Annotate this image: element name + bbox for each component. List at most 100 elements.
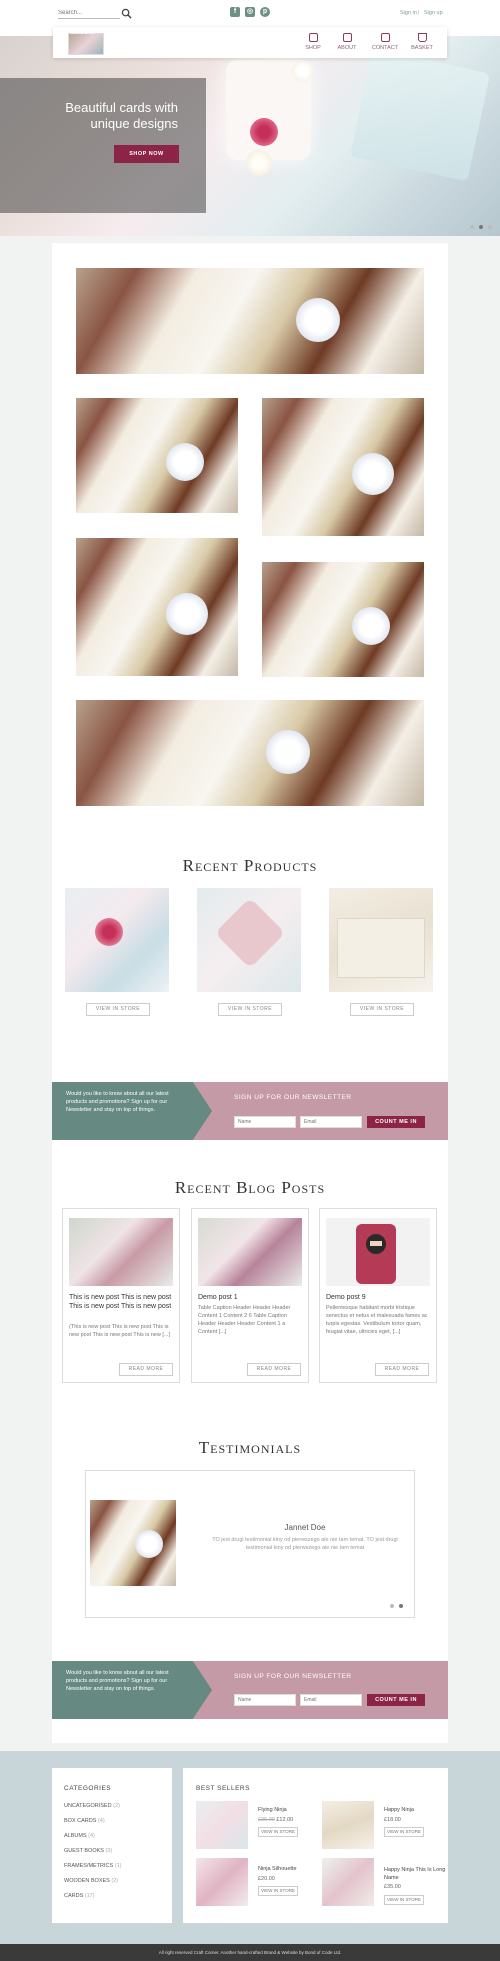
best-seller-image[interactable] <box>322 1858 374 1906</box>
newsletter-heading: SIGN UP FOR OUR NEWSLETTER <box>234 1673 352 1680</box>
facebook-icon[interactable]: f <box>230 7 240 17</box>
read-more-button[interactable]: READ MORE <box>119 1363 173 1376</box>
testimonial-dot[interactable] <box>390 1604 394 1608</box>
category-count: (4) <box>97 1818 105 1824</box>
category-count: (1) <box>114 1863 122 1869</box>
nav-contact-label: CONTACT <box>371 45 399 51</box>
gallery-image[interactable] <box>262 562 424 677</box>
best-seller-image[interactable] <box>322 1801 374 1849</box>
blog-post-title[interactable]: Demo post 9 <box>326 1293 430 1302</box>
category-name: CARDS <box>64 1893 84 1899</box>
category-link[interactable]: CARDS (17) <box>64 1893 95 1899</box>
slider-dot-active[interactable] <box>479 225 483 229</box>
best-seller-price: £12.00 <box>276 1817 294 1823</box>
sign-up-link[interactable]: Sign up <box>424 10 443 16</box>
shop-now-button[interactable]: SHOP NOW <box>114 145 179 163</box>
blog-post-excerpt: Table Caption Header Header Header Conte… <box>198 1305 291 1335</box>
category-count: (2) <box>113 1803 120 1809</box>
category-count: (2) <box>111 1878 119 1884</box>
gallery-image[interactable] <box>76 700 424 806</box>
count-me-in-button[interactable]: COUNT ME IN <box>367 1694 425 1706</box>
category-name: WOODEN BOXES <box>64 1878 110 1884</box>
category-link[interactable]: FRAMES/METRICS (1) <box>64 1863 121 1869</box>
hero-title-line1: Beautiful cards with <box>65 100 178 115</box>
copyright-bar: All right reserved Craft Corner. Another… <box>0 1944 500 1961</box>
category-link[interactable]: GUEST BOOKS (3) <box>64 1848 112 1854</box>
nav-basket[interactable]: BASKET <box>405 32 439 56</box>
rose-decoration <box>250 118 278 146</box>
testimonial-text: TO jest drugi testimonial kiny od pierws… <box>212 1537 398 1551</box>
sign-in-link[interactable]: Sign in <box>400 10 417 16</box>
view-in-store-button[interactable]: VIEW IN STORE <box>218 1003 282 1016</box>
recent-blog-posts-title: Recent Blog Posts <box>174 1178 326 1197</box>
category-name: BOX CARDS <box>64 1818 97 1824</box>
view-in-store-button[interactable]: VIEW IN STORE <box>384 1895 424 1905</box>
gallery-image[interactable] <box>76 268 424 374</box>
category-count: (3) <box>105 1848 113 1854</box>
testimonial-author: Jannet Doe <box>284 1523 326 1532</box>
gallery-image[interactable] <box>76 538 238 676</box>
blog-image[interactable] <box>198 1218 302 1286</box>
newsletter-email-input[interactable] <box>300 1694 362 1706</box>
basket-icon <box>417 33 427 42</box>
gallery-image[interactable] <box>76 398 238 513</box>
category-link[interactable]: ALBUMS (4) <box>64 1833 95 1839</box>
logo-text: MAGGIE <box>71 30 95 36</box>
nav-contact[interactable]: CONTACT <box>368 32 402 56</box>
read-more-button[interactable]: READ MORE <box>375 1363 429 1376</box>
newsletter-heading: SIGN UP FOR OUR NEWSLETTER <box>234 1094 352 1101</box>
count-me-in-button[interactable]: COUNT ME IN <box>367 1116 425 1128</box>
view-in-store-button[interactable]: VIEW IN STORE <box>258 1827 298 1837</box>
newsletter-name-input[interactable] <box>234 1116 296 1128</box>
testimonial-dot-active[interactable] <box>399 1604 403 1608</box>
best-seller-name[interactable]: Happy Ninja This Is Long Name <box>384 1866 446 1882</box>
best-seller-image[interactable] <box>196 1858 248 1906</box>
category-link[interactable]: BOX CARDS (4) <box>64 1818 105 1824</box>
testimonial-image <box>90 1500 176 1586</box>
view-in-store-button[interactable]: VIEW IN STORE <box>86 1003 150 1016</box>
pinterest-icon[interactable]: p <box>260 7 270 17</box>
best-seller-old-price: £35.00 <box>258 1817 275 1823</box>
rose-decoration <box>292 60 314 82</box>
newsletter-email-input[interactable] <box>300 1116 362 1128</box>
product-image[interactable] <box>329 888 433 992</box>
contact-icon <box>380 33 390 42</box>
category-count: (4) <box>88 1833 95 1839</box>
blog-post-excerpt: Pellentesque habitant morbi tristique se… <box>326 1305 428 1335</box>
blog-image[interactable] <box>69 1218 173 1286</box>
nav-shop-label: SHOP <box>305 45 321 51</box>
slider-dot[interactable] <box>488 225 492 229</box>
read-more-button[interactable]: READ MORE <box>247 1363 301 1376</box>
best-seller-name[interactable]: Happy Ninja <box>384 1807 414 1813</box>
site-logo[interactable]: MAGGIE <box>68 30 104 55</box>
nav-about[interactable]: ABOUT <box>330 32 364 56</box>
categories-title: CATEGORIES <box>64 1785 112 1792</box>
view-in-store-button[interactable]: VIEW IN STORE <box>258 1886 298 1896</box>
blog-image[interactable] <box>326 1218 430 1286</box>
recent-products-title: Recent Products <box>182 856 318 875</box>
best-seller-name[interactable]: Flying Ninja <box>258 1807 287 1813</box>
best-seller-image[interactable] <box>196 1801 248 1849</box>
product-image[interactable] <box>65 888 169 992</box>
category-link[interactable]: UNCATEGORISED (2) <box>64 1803 120 1809</box>
nav-shop[interactable]: SHOP <box>296 32 330 56</box>
account-separator: | <box>418 10 420 16</box>
view-in-store-button[interactable]: VIEW IN STORE <box>384 1827 424 1837</box>
category-count: (17) <box>84 1893 95 1899</box>
category-link[interactable]: WOODEN BOXES (2) <box>64 1878 118 1884</box>
best-seller-name[interactable]: Ninja Silhouette <box>258 1866 297 1872</box>
category-name: GUEST BOOKS <box>64 1848 104 1854</box>
best-seller-price: £20.00 <box>258 1876 275 1882</box>
newsletter-text: Would you like to know about all our lat… <box>66 1670 169 1692</box>
view-in-store-button[interactable]: VIEW IN STORE <box>350 1003 414 1016</box>
search-input[interactable] <box>58 8 120 19</box>
product-image[interactable] <box>197 888 301 992</box>
instagram-icon[interactable]: ◎ <box>245 7 255 17</box>
newsletter-name-input[interactable] <box>234 1694 296 1706</box>
best-seller-price: £35.00 <box>384 1884 401 1890</box>
blog-post-title[interactable]: This is new post This is new post This i… <box>69 1293 173 1311</box>
gallery-image[interactable] <box>262 398 424 536</box>
slider-dot[interactable] <box>470 225 474 229</box>
blog-post-title[interactable]: Demo post 1 <box>198 1293 302 1302</box>
search-icon[interactable] <box>121 8 132 19</box>
